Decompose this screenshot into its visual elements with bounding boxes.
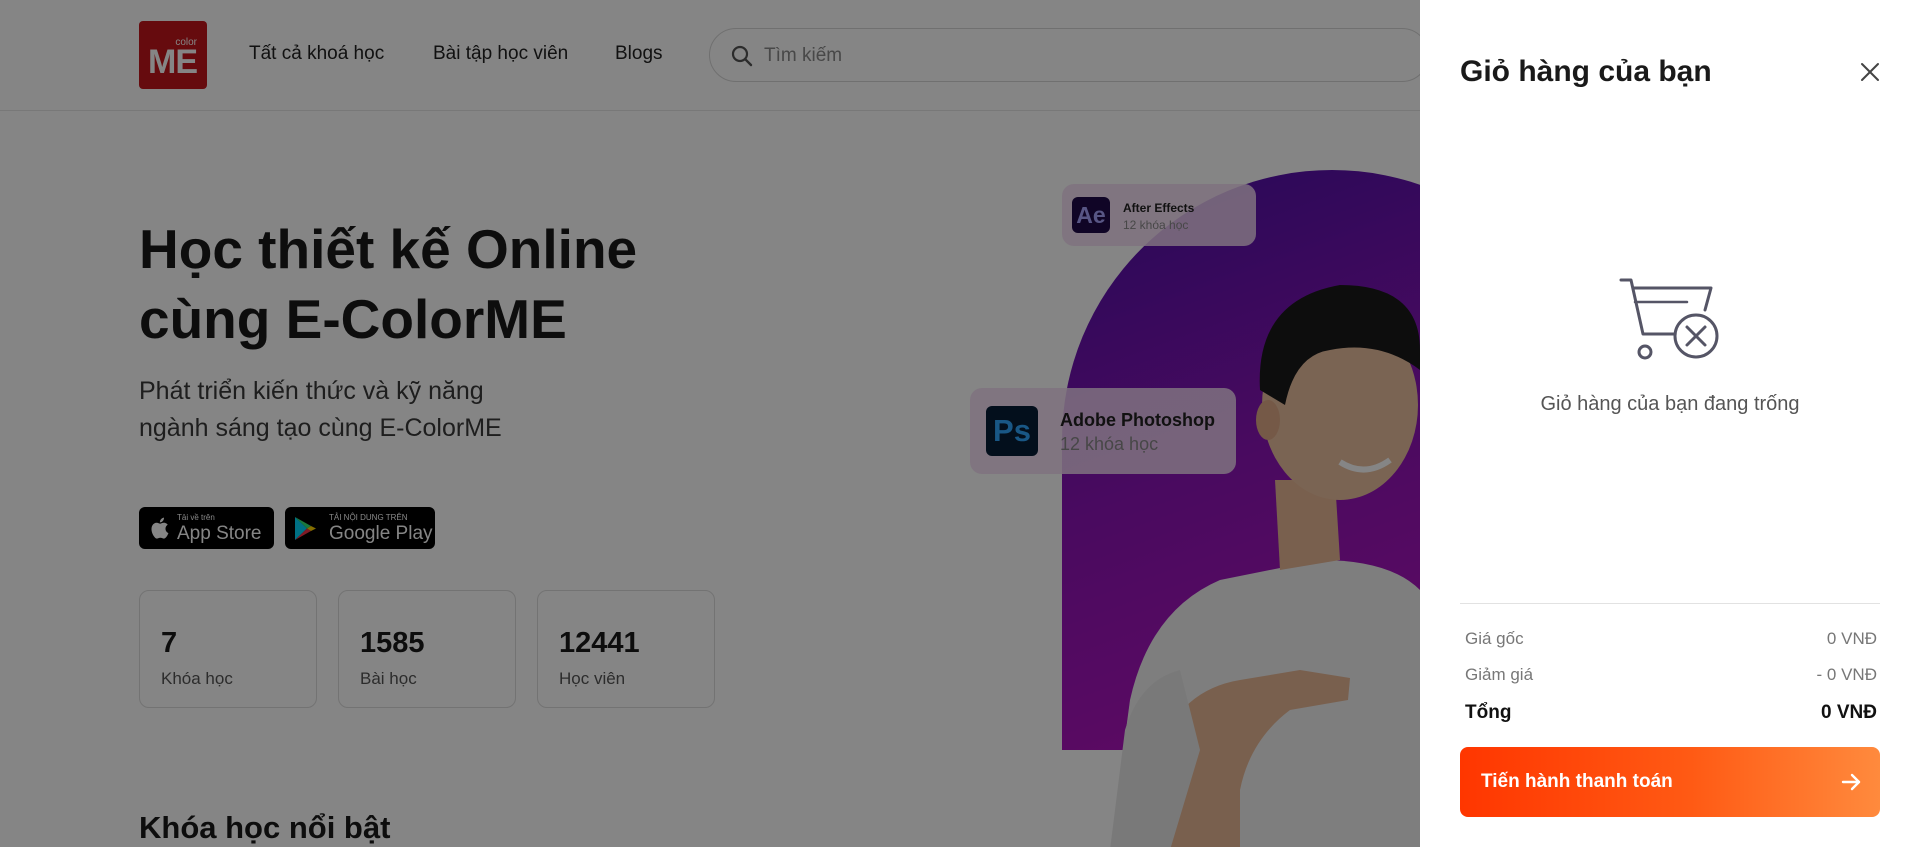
arrow-right-icon	[1841, 773, 1861, 791]
checkout-label: Tiến hành thanh toán	[1481, 771, 1673, 792]
summary-row-discount: Giảm giá - 0 VNĐ	[1465, 665, 1877, 685]
summary-row-original-price: Giá gốc 0 VNĐ	[1465, 629, 1877, 649]
close-icon[interactable]	[1858, 60, 1882, 84]
empty-cart-message: Giỏ hàng của bạn đang trống	[1540, 393, 1800, 415]
checkout-button[interactable]: Tiến hành thanh toán	[1460, 747, 1880, 817]
empty-cart-icon	[1619, 278, 1719, 360]
cart-drawer: Giỏ hàng của bạn Giỏ hàng của bạn đang t…	[1420, 0, 1920, 847]
total-value: 0 VNĐ	[1821, 702, 1877, 723]
summary-row-total: Tổng 0 VNĐ	[1465, 702, 1877, 724]
summary-value: - 0 VNĐ	[1816, 665, 1877, 684]
total-label: Tổng	[1465, 702, 1512, 723]
summary-label: Giảm giá	[1465, 665, 1534, 684]
cart-title: Giỏ hàng của bạn	[1460, 55, 1712, 88]
summary-divider	[1460, 603, 1880, 604]
summary-value: 0 VNĐ	[1826, 629, 1877, 648]
summary-label: Giá gốc	[1465, 629, 1524, 648]
